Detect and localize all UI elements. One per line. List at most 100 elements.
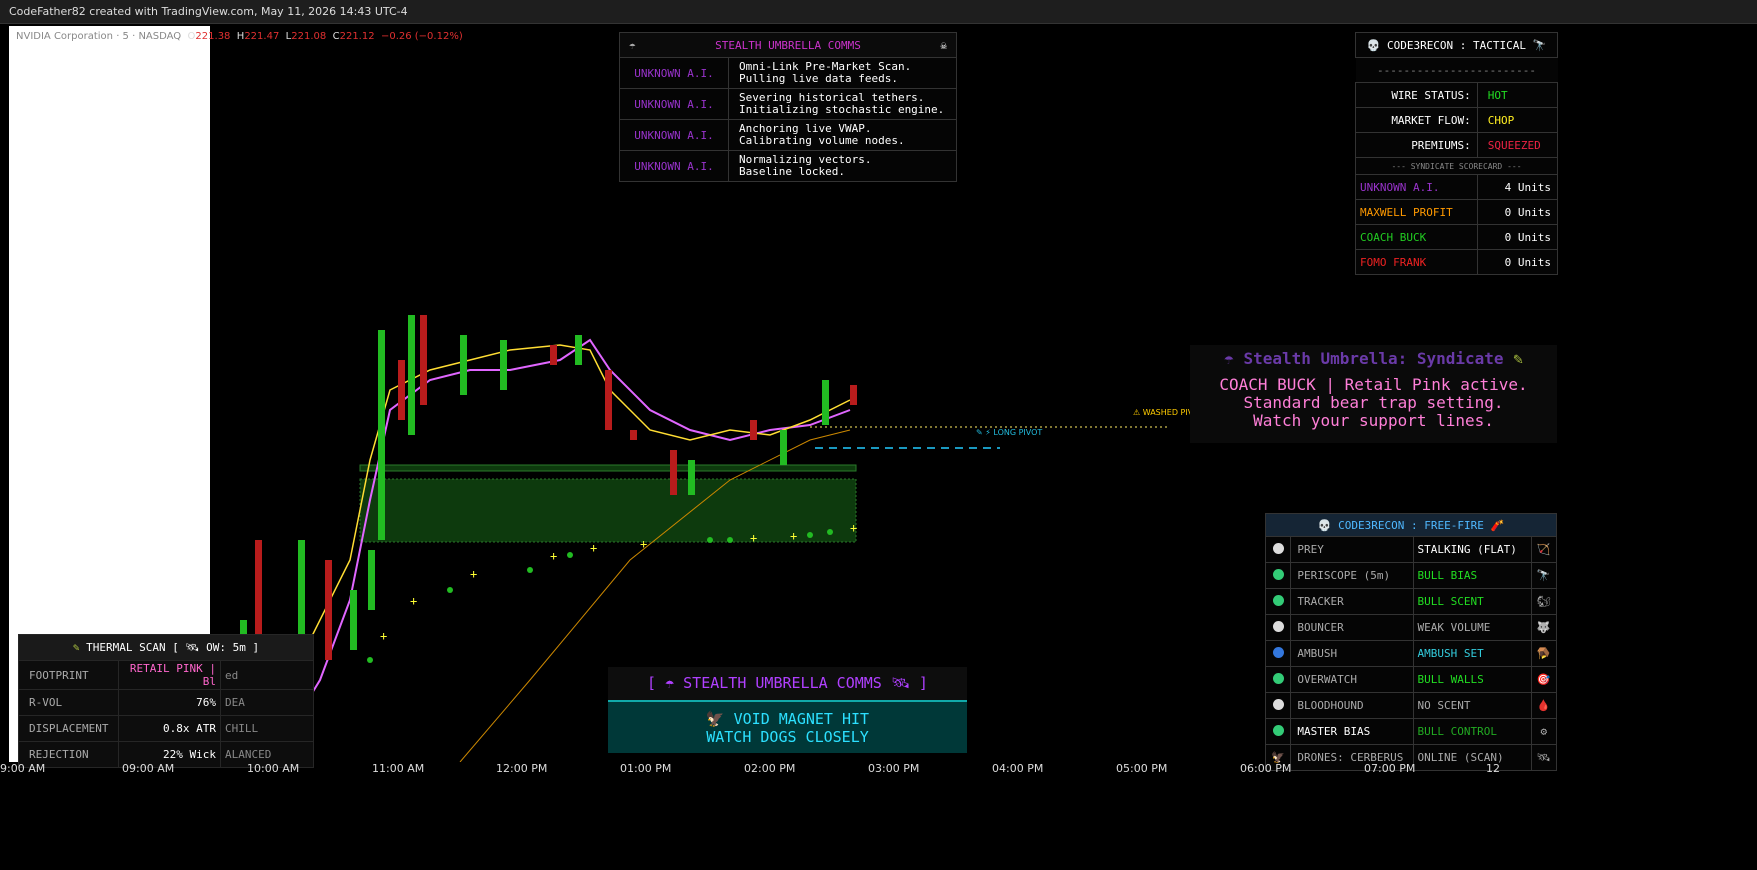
x-tick: 05:00 PM (1116, 762, 1168, 775)
symbol-name: NVIDIA Corporation · 5 · NASDAQ (16, 31, 182, 42)
freefire-status: BULL CONTROL (1412, 718, 1532, 745)
telescope-icon: 🔭 (1532, 38, 1547, 52)
long-pivot-text: LONG PIVOT (993, 428, 1043, 437)
x-tick: 10:00 AM (247, 762, 300, 775)
thermal-title: THERMAL SCAN [ (86, 641, 179, 654)
svg-text:+: + (380, 629, 387, 643)
freefire-row: OVERWATCH BULL WALLS 🎯 (1264, 666, 1558, 693)
status-dot (1272, 646, 1284, 658)
comms-row: UNKNOWN A.I. Omni-Link Pre-Market Scan. P… (619, 57, 957, 89)
x-tick: 03:00 PM (868, 762, 920, 775)
pencil-icon: ✎ (72, 641, 80, 654)
svg-text:+: + (750, 531, 757, 545)
syndicate-title-row: ☂ Stealth Umbrella: Syndicate ✎ (1190, 349, 1557, 368)
comms-msg-line2: Pulling live data feeds. (739, 72, 898, 85)
freefire-status: BULL BIAS (1412, 562, 1532, 589)
freefire-status: STALKING (FLAT) (1412, 536, 1532, 563)
x-tick: 9:00 AM (0, 762, 46, 775)
status-dot (1272, 620, 1284, 632)
satellite-icon: 🛰 (1530, 744, 1558, 771)
comms-who: UNKNOWN A.I. (619, 119, 729, 151)
status-dot (1272, 568, 1284, 580)
thermal-tag: DEA (220, 689, 314, 716)
x-tick: 11:00 AM (372, 762, 425, 775)
thermal-row: FOOTPRINT RETAIL PINK | Bl ed (18, 660, 314, 690)
freefire-row: MASTER BIAS BULL CONTROL ⚙ (1264, 718, 1558, 745)
freefire-status: ONLINE (SCAN) (1412, 744, 1532, 771)
syndicate-box: ☂ Stealth Umbrella: Syndicate ✎ COACH BU… (1190, 345, 1557, 443)
syndicate-line2: Standard bear trap setting. (1243, 393, 1504, 412)
thermal-row: R-VOL 76% DEA (18, 689, 314, 716)
open-value: 221.38 (195, 31, 231, 42)
scorecard-title: --- SYNDICATE SCORECARD --- (1355, 157, 1558, 175)
zone-strip (359, 464, 857, 472)
flow-label: MARKET FLOW: (1355, 107, 1478, 133)
bottom-comms-line1: 🦅 VOID MAGNET HIT (608, 710, 967, 728)
freefire-status: BULL WALLS (1412, 666, 1532, 693)
umbrella-icon: ☂ (629, 38, 636, 52)
svg-text:+: + (590, 541, 597, 555)
freefire-status: NO SCENT (1412, 692, 1532, 719)
trap-icon: 🪤 (1530, 640, 1558, 667)
wire-value: HOT (1476, 82, 1559, 108)
comms-row: UNKNOWN A.I. Normalizing vectors. Baselin… (619, 150, 957, 182)
freefire-name: BLOODHOUND (1290, 692, 1414, 719)
tactical-table: 💀 CODE3RECON : TACTICAL 🔭 --------------… (1355, 32, 1559, 275)
thermal-name: DISPLACEMENT (18, 715, 119, 742)
score-units: 0 Units (1476, 199, 1559, 225)
x-tick: 09:00 AM (122, 762, 175, 775)
pencil-icon: ✎ (1513, 349, 1523, 368)
comms-title: STEALTH UMBRELLA COMMS (715, 38, 861, 52)
comms-row: UNKNOWN A.I. Severing historical tethers… (619, 88, 957, 120)
long-pivot-label: ✎ ⚡ LONG PIVOT (976, 428, 1043, 437)
svg-text:+: + (640, 537, 647, 551)
satellite-icon: 🛰 (185, 641, 200, 654)
svg-text:+: + (790, 529, 797, 543)
close-value: 221.12 (339, 31, 375, 42)
score-name: FOMO FRANK (1355, 249, 1478, 275)
syndicate-title: Stealth Umbrella: Syndicate (1243, 349, 1504, 368)
sniper-icon: 🎯 (1530, 666, 1558, 693)
freefire-row: TRACKER BULL SCENT 🐿 (1264, 588, 1558, 615)
svg-text:+: + (410, 594, 417, 608)
freefire-name: BOUNCER (1290, 614, 1414, 641)
x-tick: 01:00 PM (620, 762, 672, 775)
status-dot (1272, 672, 1284, 684)
status-dot (1272, 724, 1284, 736)
symbol-line: NVIDIA Corporation · 5 · NASDAQ O221.38 … (16, 31, 463, 42)
bow-icon: 🏹 (1530, 536, 1558, 563)
comms-who: UNKNOWN A.I. (619, 150, 729, 182)
header-text: CodeFather82 created with TradingView.co… (9, 5, 408, 18)
comms-msg-line2: Initializing stochastic engine. (739, 103, 945, 116)
freefire-status: AMBUSH SET (1412, 640, 1532, 667)
freefire-name: OVERWATCH (1290, 666, 1414, 693)
score-name: UNKNOWN A.I. (1355, 174, 1478, 200)
score-units: 4 Units (1476, 174, 1559, 200)
thermal-tag: ed (220, 660, 314, 690)
freefire-row: PERISCOPE (5m) BULL BIAS 🔭 (1264, 562, 1558, 589)
bottom-comms-title: [ ☂ STEALTH UMBRELLA COMMS 🛰 ] (647, 674, 928, 692)
bottom-comms-body: 🦅 VOID MAGNET HIT WATCH DOGS CLOSELY (608, 700, 967, 753)
x-tick: 12 (1486, 762, 1500, 775)
change-value: −0.26 (−0.12%) (380, 31, 463, 42)
skull-icon: 💀 (1317, 518, 1332, 532)
svg-text:+: + (470, 567, 477, 581)
freefire-name: TRACKER (1290, 588, 1414, 615)
comms-msg: Omni-Link Pre-Market Scan. Pulling live d… (728, 57, 957, 89)
comms-msg: Anchoring live VWAP. Calibrating volume n… (728, 119, 957, 151)
freefire-row: PREY STALKING (FLAT) 🏹 (1264, 536, 1558, 563)
comms-row: UNKNOWN A.I. Anchoring live VWAP. Calibra… (619, 119, 957, 151)
freefire-name: PERISCOPE (5m) (1290, 562, 1414, 589)
comms-who: UNKNOWN A.I. (619, 57, 729, 89)
supply-zone (359, 478, 857, 543)
bottom-comms-line1-text: VOID MAGNET HIT (733, 710, 870, 728)
x-tick: 07:00 PM (1364, 762, 1416, 775)
status-dot (1272, 698, 1284, 710)
freefire-title: CODE3RECON : FREE-FIRE (1338, 518, 1484, 532)
score-name: MAXWELL PROFIT (1355, 199, 1478, 225)
comms-header: ☂ STEALTH UMBRELLA COMMS ☠ (619, 32, 957, 58)
bottom-comms-line2: WATCH DOGS CLOSELY (706, 728, 869, 746)
c-label: C (332, 31, 340, 42)
comms-msg: Severing historical tethers. Initializing… (728, 88, 957, 120)
x-tick: 12:00 PM (496, 762, 548, 775)
